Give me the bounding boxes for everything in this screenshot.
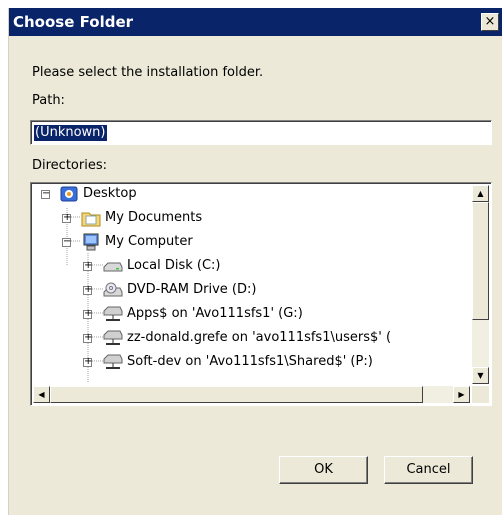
scroll-right-icon[interactable]: ▶ [453, 386, 470, 403]
choose-folder-dialog: Choose Folder × Please select the instal… [8, 8, 502, 515]
tree-item-label: My Computer [105, 234, 193, 249]
cancel-button[interactable]: Cancel [384, 456, 473, 484]
expand-icon[interactable]: + [83, 333, 92, 343]
my-documents-icon [81, 212, 101, 227]
directory-tree[interactable]: − Desktop + My Documents − My Computer +… [30, 182, 492, 406]
dialog-title: Choose Folder [13, 13, 134, 31]
collapse-icon[interactable]: − [62, 237, 71, 247]
dvd-drive-icon [103, 282, 123, 297]
vertical-scrollbar[interactable]: ▲ ▼ [472, 185, 489, 384]
tree-item-dvd-drive[interactable]: + DVD-RAM Drive (D:) [31, 279, 471, 303]
horizontal-scroll-thumb[interactable] [50, 386, 423, 403]
expand-icon[interactable]: + [83, 357, 92, 367]
tree-item-my-documents[interactable]: + My Documents [31, 207, 471, 231]
instruction-text: Please select the installation folder. [32, 65, 264, 80]
path-label: Path: [32, 93, 65, 108]
tree-item-label: DVD-RAM Drive (D:) [127, 282, 257, 297]
horizontal-scrollbar[interactable]: ◀ ▶ [33, 386, 470, 403]
tree-item-label: Apps$ on 'Avo111sfs1' (G:) [127, 306, 303, 321]
local-disk-icon [103, 262, 123, 272]
expand-icon[interactable]: + [83, 261, 92, 271]
directories-label: Directories: [32, 158, 107, 173]
ok-button[interactable]: OK [279, 456, 368, 484]
scroll-down-icon[interactable]: ▼ [472, 367, 489, 384]
tree-item-soft-dev-drive[interactable]: + Soft-dev on 'Avo111sfs1\Shared$' (P:) [31, 351, 471, 375]
network-drive-icon [103, 330, 123, 345]
tree-item-label: Soft-dev on 'Avo111sfs1\Shared$' (P:) [127, 354, 373, 369]
collapse-icon[interactable]: − [41, 189, 50, 199]
tree-item-desktop[interactable]: − Desktop [31, 183, 471, 207]
scrollbar-corner [472, 386, 489, 403]
title-bar: Choose Folder × [9, 8, 502, 36]
tree-item-my-computer[interactable]: − My Computer [31, 231, 471, 255]
tree-item-label: zz-donald.grefe on 'avo111sfs1\users$' ( [127, 330, 392, 345]
tree-item-local-disk[interactable]: + Local Disk (C:) [31, 255, 471, 279]
close-button[interactable]: × [481, 13, 499, 31]
tree-item-label: Desktop [83, 186, 137, 201]
desktop-icon [60, 186, 78, 202]
scroll-left-icon[interactable]: ◀ [33, 386, 50, 403]
scroll-up-icon[interactable]: ▲ [472, 185, 489, 202]
network-drive-icon [103, 306, 123, 321]
path-input[interactable]: (Unknown) [30, 120, 492, 145]
tree-item-label: Local Disk (C:) [127, 258, 221, 273]
tree-item-label: My Documents [105, 210, 203, 225]
expand-icon[interactable]: + [83, 285, 92, 295]
expand-icon[interactable]: + [83, 309, 92, 319]
tree-item-users-drive[interactable]: + zz-donald.grefe on 'avo111sfs1\users$'… [31, 327, 471, 351]
vertical-scroll-thumb[interactable] [472, 202, 489, 320]
my-computer-icon [83, 233, 99, 251]
tree-item-apps-drive[interactable]: + Apps$ on 'Avo111sfs1' (G:) [31, 303, 471, 327]
path-value[interactable]: (Unknown) [34, 125, 107, 141]
network-drive-icon [103, 354, 123, 369]
expand-icon[interactable]: + [62, 213, 71, 223]
